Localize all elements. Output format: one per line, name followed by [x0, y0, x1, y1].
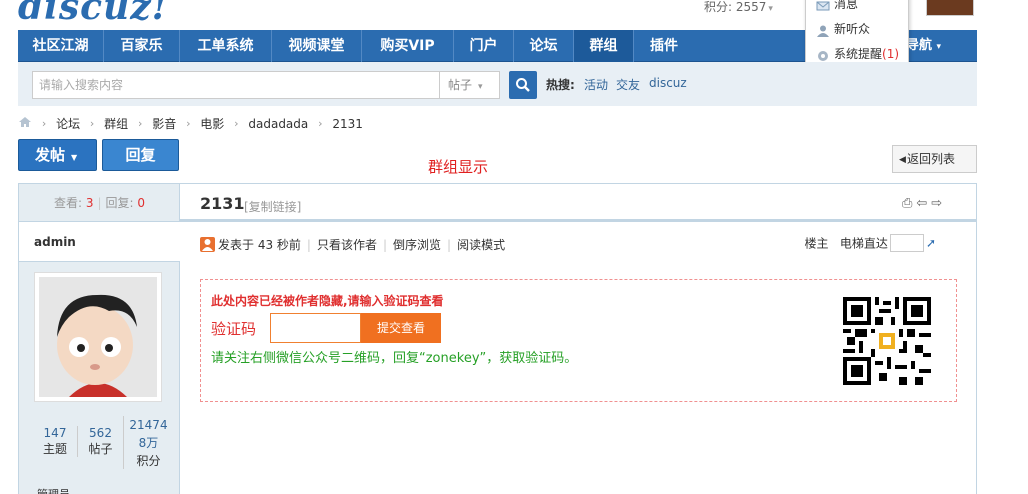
envelope-icon	[816, 0, 830, 11]
copy-link[interactable]: [复制链接]	[244, 198, 301, 215]
menu-item-messages[interactable]: 消息	[816, 0, 858, 13]
nav-dropdown-label: 导航	[906, 38, 933, 53]
replies-count: 0	[137, 196, 146, 210]
qr-code-image	[843, 297, 931, 385]
breadcrumb-item[interactable]: 电影	[200, 115, 224, 132]
post-meta: 发表于 43 秒前 | 只看该作者 | 倒序浏览 | 阅读模式 楼主 电梯直达 ➚	[200, 234, 956, 254]
floor-input[interactable]	[889, 234, 924, 252]
nav-item-community[interactable]: 社区江湖	[18, 30, 104, 62]
back-arrow-icon: ◀	[899, 155, 906, 165]
avatar-image	[39, 277, 157, 397]
read-mode-link[interactable]: 阅读模式	[457, 238, 505, 252]
stat-posts[interactable]: 562 帖子	[77, 426, 123, 457]
menu-item-label: 消息	[834, 0, 859, 11]
menu-item-notices[interactable]: 系统提醒(1)	[816, 45, 899, 63]
nav-dropdown[interactable]: 导航 ▾	[904, 35, 951, 57]
thread-stats: 查看: 3 | 回复: 0	[19, 184, 180, 222]
hidden-notice: 此处内容已经被作者隐藏,请输入验证码查看	[211, 294, 444, 308]
post-main: 2131 [复制链接] ⎙⇦⇨ 发表于 43 秒前 | 只看该作者 | 倒序浏览 | 阅读模…	[180, 184, 976, 494]
menu-item-label: 新听众	[834, 22, 871, 36]
site-logo[interactable]: discuz!	[18, 0, 168, 28]
author-stats: 147 主题 562 帖子 214748万 积分	[31, 416, 171, 472]
views-count: 3	[85, 196, 94, 210]
author-rank: 管理员	[37, 486, 70, 494]
search-type-value: 帖子	[448, 78, 473, 92]
author-name[interactable]: admin	[19, 222, 180, 262]
print-prev-next-icons[interactable]: ⎙⇦⇨	[902, 196, 946, 211]
points-menu[interactable]: 积分: 2557 ▾	[704, 0, 773, 15]
hidden-content-box: 此处内容已经被作者隐藏,请输入验证码查看 验证码 提交查看 请关注右侧微信公众号…	[200, 279, 957, 402]
back-to-list-button[interactable]: ◀ 返回列表	[892, 145, 977, 173]
author-sidebar: 查看: 3 | 回复: 0 admin 147 主题 562 帖子 214748…	[19, 184, 180, 494]
hot-search-label: 热搜:	[546, 78, 575, 92]
nav-item-forum[interactable]: 论坛	[514, 30, 574, 62]
nav-item-vip[interactable]: 购买VIP	[362, 30, 454, 62]
new-post-button[interactable]: 发帖 ▼	[18, 139, 97, 171]
breadcrumb-item[interactable]: 论坛	[56, 115, 80, 132]
search-type-select[interactable]: 帖子 ▾	[440, 71, 500, 99]
captcha-label: 验证码	[211, 320, 257, 338]
post-label: 发帖	[35, 146, 66, 164]
avatar[interactable]	[34, 272, 162, 402]
floor-owner-label: 楼主	[804, 236, 829, 251]
hot-link[interactable]: 交友	[616, 76, 640, 93]
stat-threads[interactable]: 147 主题	[31, 426, 79, 457]
chevron-down-icon: ▾	[478, 82, 483, 92]
page: discuz! 积分: 2557 ▾ 社区江湖 百家乐 工单系统 视频课堂 购买V…	[0, 0, 1028, 494]
search-bar: 请输入搜索内容 帖子 ▾ 热搜: 活动 交友 discuz	[18, 62, 977, 106]
breadcrumb-item[interactable]: 2131	[332, 117, 363, 131]
author-icon	[200, 237, 215, 252]
home-icon[interactable]	[18, 116, 32, 131]
nav-item-video[interactable]: 视频课堂	[272, 30, 362, 62]
breadcrumb: › 论坛 › 群组 › 影音 › 电影 › dadadada › 2131	[18, 115, 363, 131]
qr-code-icon	[843, 297, 931, 385]
search-button[interactable]	[509, 71, 537, 99]
breadcrumb-item[interactable]: dadadada	[248, 117, 308, 131]
breadcrumb-item[interactable]: 群组	[104, 115, 128, 132]
elevator-label: 电梯直达	[839, 236, 888, 251]
nav-item-portal[interactable]: 门户	[454, 30, 514, 62]
gear-icon	[816, 49, 830, 61]
hot-link[interactable]: discuz	[649, 76, 687, 90]
chevron-down-icon: ▼	[71, 153, 78, 162]
nav-item-ticket[interactable]: 工单系统	[180, 30, 272, 62]
chevron-down-icon: ▾	[768, 4, 773, 14]
nav-item-group[interactable]: 群组	[574, 30, 634, 62]
reply-button[interactable]: 回复	[102, 139, 179, 171]
person-icon	[816, 24, 830, 37]
search-icon	[516, 78, 530, 92]
only-author-link[interactable]: 只看该作者	[317, 238, 377, 252]
nav-item-plugin[interactable]: 插件	[634, 30, 694, 62]
stat-credits[interactable]: 214748万 积分	[123, 416, 173, 469]
user-avatar-small[interactable]	[926, 0, 974, 16]
floor-nav: 楼主 电梯直达 ➚	[804, 234, 936, 252]
chevron-down-icon: ▾	[936, 42, 942, 52]
thread-title: 2131	[200, 194, 245, 213]
search-input[interactable]: 请输入搜索内容	[32, 71, 440, 99]
captcha-input[interactable]	[270, 313, 361, 343]
menu-item-label: 系统提醒	[834, 47, 883, 61]
submit-view-button[interactable]: 提交查看	[361, 313, 441, 343]
post-time: 发表于 43 秒前	[218, 238, 301, 252]
breadcrumb-item[interactable]: 影音	[152, 115, 176, 132]
hot-link[interactable]: 活动	[584, 76, 608, 93]
points-text: 积分: 2557	[704, 0, 767, 14]
thread-title-bar: 2131 [复制链接] ⎙⇦⇨	[180, 184, 976, 222]
wechat-note: 请关注右侧微信公众号二维码，回复“zonekey”，获取验证码。	[211, 351, 578, 366]
back-label: 返回列表	[907, 152, 956, 166]
post-container: 查看: 3 | 回复: 0 admin 147 主题 562 帖子 214748…	[18, 183, 977, 494]
go-floor-icon[interactable]: ➚	[926, 236, 936, 250]
notice-count: (1)	[882, 47, 900, 61]
reverse-order-link[interactable]: 倒序浏览	[393, 238, 441, 252]
nav-item-baijiale[interactable]: 百家乐	[104, 30, 180, 62]
group-display-text: 群组显示	[428, 158, 489, 176]
menu-item-followers[interactable]: 新听众	[816, 20, 870, 38]
